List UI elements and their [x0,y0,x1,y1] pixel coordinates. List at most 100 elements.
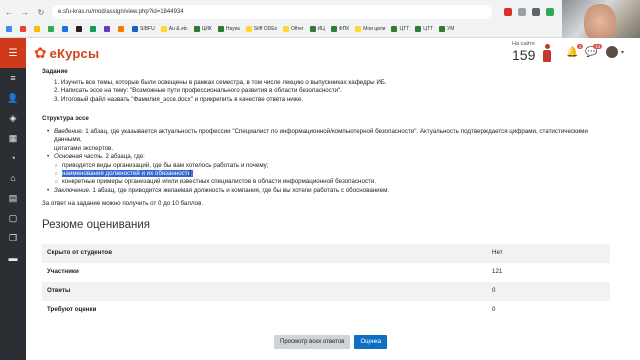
list-item: Заключение. 1 абзац, где приводится жела… [46,186,606,196]
sub-item: приводятся виды организаций, где бы вам … [46,161,606,171]
bookmark-label: ЦИК [201,26,212,32]
bookmark-label: Other [291,26,304,32]
selected-text[interactable]: наименования должностей и их обязанности… [62,170,193,178]
folder-icon [245,26,252,32]
bookmark[interactable]: ЦТТ [391,26,409,32]
bookmark-label: УМ [447,26,455,32]
bookmark[interactable] [20,26,28,32]
logo-text: eКурсы [49,45,100,61]
bell-icon[interactable]: 🔔 1 [566,44,584,58]
extension-icon[interactable] [504,8,512,16]
bookmark[interactable] [34,26,42,32]
bookmark[interactable] [76,26,84,32]
bookmark-label: Наука [225,26,240,32]
extension-icon[interactable] [532,8,540,16]
row-value: 121 [492,268,503,276]
extension-icon[interactable] [518,8,526,16]
bookmark-icon [217,26,224,32]
bookmark[interactable] [118,26,126,32]
folder-icon [355,26,362,32]
main-content: Задание 1. Изучить все темы, которые был… [26,68,640,360]
bookmark-icon [132,26,138,32]
bookmark-icon [34,26,40,32]
bookmark-label: Au & etc [168,26,188,32]
bookmark[interactable]: ЦТТ [415,26,433,32]
bookmark[interactable]: ЦИК [193,26,212,32]
message-badge: 14 [593,44,603,49]
conclusion-label: Заключение. [54,186,91,194]
bookmark[interactable] [48,26,56,32]
intro-label: Введение. [54,128,84,135]
bookmark[interactable] [90,26,98,32]
bookmark[interactable]: ИЦ [309,26,325,32]
address-bar[interactable]: e.sfu-kras.ru/mod/assign/view.php?id=184… [52,5,492,19]
site-logo[interactable]: ✿ eКурсы [34,44,99,62]
sub-item-text: приводятся виды организаций, где бы вам … [62,161,269,169]
bookmark-icon [20,26,26,32]
file-icon[interactable]: ▢ [0,208,26,228]
row-value: Нет [492,249,503,257]
bookmark-icon [104,26,110,32]
structure-list: Введение. 1 абзац, где указывается актуа… [46,128,606,196]
chevron-down-icon[interactable]: ▾ [621,49,624,56]
reload-icon[interactable]: ↻ [36,8,46,17]
dashboard-icon[interactable]: ◔ [0,148,26,168]
intro-text: 1 абзац, где указывается актуальность пр… [54,128,588,144]
forward-icon[interactable]: → [20,8,30,17]
online-users: На сайте 159 [512,41,542,63]
grade-button[interactable]: Оценка [354,335,388,349]
bookmark-icon [193,26,200,32]
bookmarks-bar: SIBFU Au & etc ЦИК Наука Stiff ODEs Othe… [0,22,560,36]
task-steps: 1. Изучить все темы, которые были освеще… [54,79,387,104]
sub-item: конкретные примеры организаций и/или изв… [46,178,606,187]
bookmark[interactable] [104,26,112,32]
row-value: 0 [492,306,496,314]
menu-icon[interactable]: ☰ [0,38,26,68]
bookmark[interactable] [6,26,14,32]
bookmark-icon [415,26,422,32]
extension-icon[interactable] [546,8,554,16]
users-icon[interactable]: 👤 [0,88,26,108]
avatar[interactable] [606,46,618,58]
task-step: 1. Изучить все темы, которые были освеще… [54,79,387,86]
main-label: Основная часть. [54,153,104,161]
grades-icon[interactable]: ▦ [0,128,26,148]
badge-icon[interactable]: ◈ [0,108,26,128]
folder-icon [160,26,167,32]
calendar-icon[interactable]: ▤ [0,188,26,208]
online-count: 159 [512,47,536,63]
bookmark-icon [309,26,316,32]
bookmark[interactable]: Наука [217,26,240,32]
browser-toolbar: ← → ↻ e.sfu-kras.ru/mod/assign/view.php?… [0,0,640,38]
text-cursor-icon: I [189,168,192,178]
left-drawer: ☰ ≡ 👤 ◈ ▦ ◔ ⌂ ▤ ▢ ❐ ▬ [0,38,26,360]
grading-actions: Просмотр всех ответов Оценка [274,335,388,349]
bookmark[interactable]: ФПК [330,26,349,32]
chat-icon[interactable]: 💬 14 [585,44,603,58]
main-text: 2 абзаца, где: [103,153,145,161]
row-label: Требуют оценки [47,306,97,314]
home-icon[interactable]: ⌂ [0,168,26,188]
bookmark[interactable]: Other [283,26,304,32]
logo-icon: ✿ [34,45,47,62]
bookmark[interactable]: УМ [439,26,454,32]
back-icon[interactable]: ← [4,8,14,17]
list-item: Введение. 1 абзац, где указывается актуа… [46,128,606,153]
courses-icon[interactable]: ▬ [0,248,26,268]
bookmark[interactable]: Au & etc [160,26,188,32]
view-all-submissions-button[interactable]: Просмотр всех ответов [274,335,351,349]
bookmark[interactable]: Stiff ODEs [245,26,278,32]
list-icon[interactable]: ≡ [0,68,26,88]
bookmark-label: SIBFU [140,26,155,32]
grading-table: Скрыто от студентов Нет Участники 121 От… [42,244,610,320]
row-label: Ответы [47,287,71,295]
bookmark[interactable]: Мои цели [355,26,385,32]
intro-text-cont: цитатами экспертов. [54,144,114,152]
table-row: Требуют оценки 0 [42,301,610,320]
table-row: Скрыто от студентов Нет [42,244,610,263]
bookmark[interactable] [62,26,70,32]
library-icon[interactable]: ❐ [0,228,26,248]
bookmark-label: Stiff ODEs [253,26,278,32]
grading-summary-title: Резюме оценивания [42,219,150,231]
bookmark[interactable]: SIBFU [132,26,155,32]
